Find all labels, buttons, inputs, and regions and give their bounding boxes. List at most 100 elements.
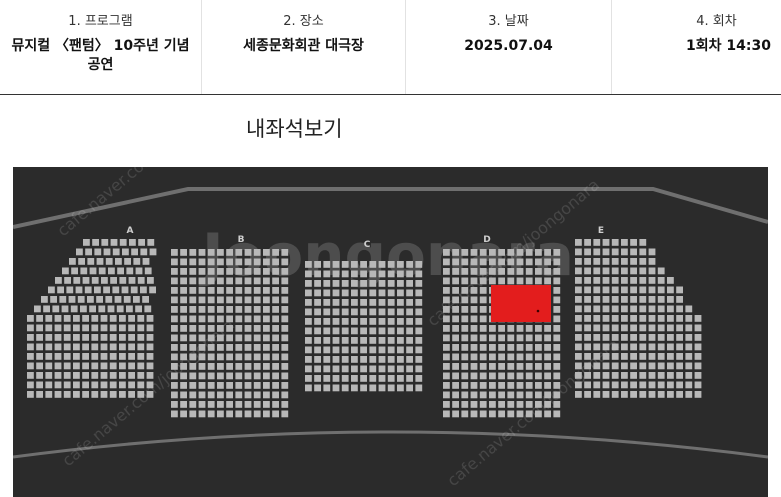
seat — [657, 267, 665, 275]
seat — [226, 249, 233, 256]
seat — [119, 391, 126, 398]
seat — [360, 365, 367, 373]
seat — [611, 296, 619, 303]
seat — [235, 344, 243, 351]
seat — [479, 363, 487, 370]
seat — [498, 372, 505, 380]
seat — [73, 277, 81, 284]
seat — [281, 363, 289, 370]
seat — [73, 391, 80, 398]
seat — [100, 353, 108, 360]
seat — [593, 334, 601, 341]
seat — [630, 391, 637, 398]
seat — [470, 306, 478, 313]
seat — [122, 248, 129, 256]
seat — [180, 344, 187, 351]
seat — [109, 362, 117, 370]
seat — [129, 239, 136, 246]
seat — [535, 334, 542, 342]
seat — [180, 382, 187, 389]
seat — [135, 305, 142, 313]
seat — [351, 346, 358, 354]
seat — [198, 382, 206, 389]
seat — [27, 381, 34, 389]
seat — [470, 401, 478, 408]
seat — [443, 353, 450, 361]
seat — [415, 280, 423, 287]
seat — [630, 381, 637, 389]
seat — [36, 381, 43, 389]
seat — [406, 280, 413, 287]
seat — [217, 372, 224, 380]
seat — [189, 334, 197, 342]
seat — [82, 391, 89, 398]
seat — [489, 249, 496, 256]
seat — [73, 315, 80, 322]
seat — [479, 372, 487, 380]
seat — [91, 372, 99, 379]
seat — [443, 325, 450, 332]
seat — [207, 325, 215, 332]
seat — [171, 268, 178, 275]
seat — [369, 289, 377, 297]
seat — [71, 267, 78, 275]
seat — [226, 296, 233, 304]
seat — [584, 239, 591, 246]
seat — [415, 356, 423, 363]
seat — [263, 325, 270, 332]
seat — [207, 268, 215, 275]
seat — [235, 277, 243, 285]
seat — [82, 353, 89, 360]
seat — [226, 268, 233, 275]
seat — [685, 372, 693, 379]
seat — [621, 391, 628, 398]
seat — [226, 382, 233, 389]
seat — [676, 381, 683, 389]
seat — [593, 315, 601, 322]
seat — [128, 372, 135, 379]
seat — [323, 261, 331, 268]
seat — [498, 401, 505, 408]
seat — [611, 381, 619, 389]
seat — [470, 258, 478, 266]
seat — [189, 277, 197, 285]
seat — [244, 268, 252, 275]
seat — [217, 315, 224, 323]
seat — [323, 384, 331, 392]
seat — [611, 239, 619, 246]
seat — [525, 344, 533, 351]
seat-map: Joongonara cafe.naver.com/joongonara caf… — [13, 167, 768, 497]
seat — [180, 249, 187, 256]
seat — [171, 277, 178, 285]
seat — [189, 401, 197, 408]
seat — [378, 299, 386, 306]
seat — [63, 315, 71, 322]
seat — [525, 353, 533, 361]
step-venue: 2. 장소 세종문화회관 대극장 — [202, 0, 406, 94]
seat — [657, 286, 665, 294]
seat — [137, 381, 145, 389]
seat — [470, 353, 478, 361]
step-session: 4. 회차 1회차 14:30 — [612, 0, 781, 94]
seat — [387, 299, 395, 306]
seat — [314, 356, 321, 363]
seat — [171, 287, 178, 294]
seat — [443, 410, 450, 418]
seat — [387, 318, 395, 325]
seat — [351, 384, 358, 392]
seat — [685, 391, 693, 398]
seat — [63, 362, 71, 370]
seat — [694, 391, 702, 398]
seat — [575, 296, 582, 303]
seat — [544, 382, 551, 389]
seat — [119, 381, 126, 389]
seat — [621, 343, 628, 351]
seat — [479, 249, 487, 256]
seat — [694, 343, 702, 351]
seat — [198, 344, 206, 351]
seat — [207, 334, 215, 342]
seat — [180, 372, 187, 380]
seat — [109, 391, 117, 398]
seat — [360, 270, 367, 278]
seat — [602, 391, 610, 398]
